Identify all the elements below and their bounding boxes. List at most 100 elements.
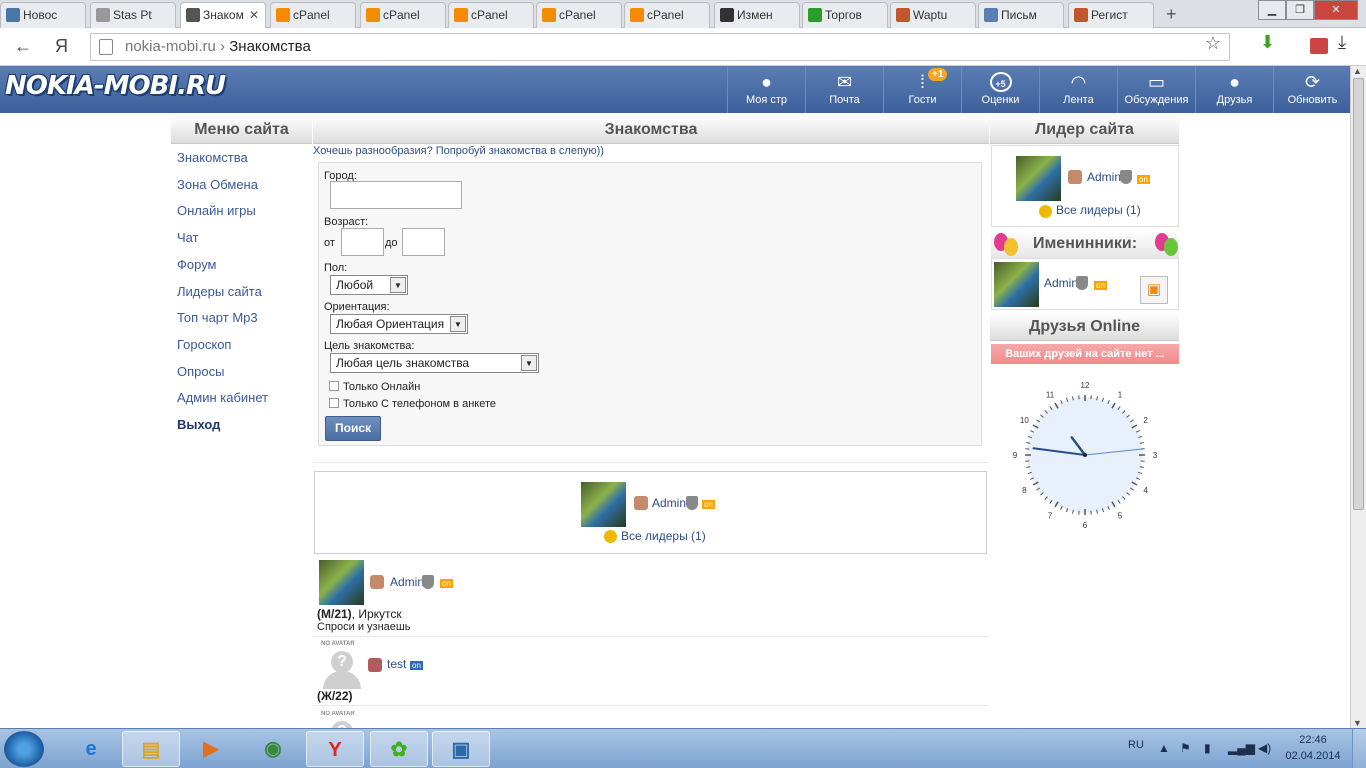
online-only-checkbox[interactable] bbox=[329, 381, 339, 391]
city-input[interactable] bbox=[330, 181, 462, 209]
menu-item[interactable]: Форум bbox=[177, 257, 217, 272]
leader-username[interactable]: Admin bbox=[652, 496, 686, 510]
ie-icon[interactable]: e bbox=[62, 731, 120, 767]
browser-tab[interactable]: Регист bbox=[1068, 2, 1154, 28]
minimize-button[interactable]: ▁ bbox=[1258, 0, 1286, 20]
menu-item[interactable]: Опросы bbox=[177, 364, 224, 379]
all-leaders-link[interactable]: Все лидеры (1) bbox=[1056, 203, 1141, 217]
nav-refresh[interactable]: ⟳ Обновить bbox=[1273, 66, 1351, 113]
clock-time[interactable]: 22:46 bbox=[1285, 734, 1341, 746]
language-indicator[interactable]: RU bbox=[1128, 739, 1144, 751]
nav-friends[interactable]: ● Друзья bbox=[1195, 66, 1273, 113]
browser-tab[interactable]: Знаком ✕ bbox=[180, 2, 266, 29]
analog-clock: 121234567891011 bbox=[1013, 381, 1158, 530]
menu-item[interactable]: Лидеры сайта bbox=[177, 284, 262, 299]
menu-item[interactable]: Выход bbox=[177, 417, 220, 432]
leader-username[interactable]: Admin bbox=[1087, 170, 1121, 184]
nav-person[interactable]: ● Моя стр bbox=[727, 66, 805, 113]
orientation-select[interactable]: Любая Ориентация ▼ bbox=[330, 314, 468, 334]
question-icon: ? bbox=[331, 721, 353, 728]
new-tab-button[interactable]: + bbox=[1166, 4, 1177, 25]
downloads-icon[interactable]: ⤓ bbox=[1338, 32, 1346, 53]
start-button[interactable] bbox=[4, 731, 44, 767]
rank-badge-icon bbox=[686, 496, 698, 510]
chrome-icon[interactable]: ◉ bbox=[244, 731, 302, 767]
avatar[interactable] bbox=[1016, 156, 1061, 201]
maximize-button[interactable]: ❐ bbox=[1286, 0, 1314, 20]
sex-select[interactable]: Любой ▼ bbox=[330, 275, 408, 295]
browser-tab[interactable]: cPanel bbox=[360, 2, 446, 28]
nav-rating[interactable]: +5 Оценки bbox=[961, 66, 1039, 113]
clock-date[interactable]: 02.04.2014 bbox=[1285, 750, 1341, 762]
browser-tab[interactable]: Измен bbox=[714, 2, 800, 28]
yandex-browser-icon[interactable]: Y bbox=[306, 731, 364, 767]
page-title: Знакомства bbox=[313, 116, 989, 144]
url-field[interactable]: nokia-mobi.ru › Знакомства bbox=[90, 33, 1230, 61]
browser-tab[interactable]: Waptu bbox=[890, 2, 976, 28]
blind-dating-link[interactable]: Хочешь разнообразия? Попробуй знакомства… bbox=[313, 145, 604, 157]
result-username[interactable]: test bbox=[387, 657, 406, 671]
volume-icon[interactable]: ◀) bbox=[1258, 741, 1271, 755]
bookmark-star-icon[interactable]: ☆ bbox=[1205, 33, 1221, 54]
show-desktop-button[interactable] bbox=[1352, 729, 1366, 768]
age-to-input[interactable] bbox=[402, 228, 445, 256]
browser-tab[interactable]: Письм bbox=[978, 2, 1064, 28]
photo-viewer-icon[interactable]: ▣ bbox=[432, 731, 490, 767]
avatar[interactable] bbox=[319, 560, 364, 605]
avatar[interactable] bbox=[581, 482, 626, 527]
user-status-icon bbox=[1068, 170, 1082, 184]
scroll-down-icon[interactable]: ▼ bbox=[1353, 718, 1362, 728]
all-leaders-link[interactable]: Все лидеры (1) bbox=[621, 529, 706, 543]
browser-tab[interactable]: cPanel bbox=[270, 2, 356, 28]
nav-footsteps[interactable]: ⁞ Гости +1 bbox=[883, 66, 961, 113]
flag-icon[interactable]: ⚑ bbox=[1180, 741, 1191, 755]
close-button[interactable]: ✕ bbox=[1314, 0, 1358, 20]
age-to-label: до bbox=[385, 237, 398, 249]
chevron-down-icon: ▼ bbox=[390, 277, 406, 293]
avatar[interactable] bbox=[994, 262, 1039, 307]
menu-item[interactable]: Админ кабинет bbox=[177, 390, 268, 405]
clock-number: 6 bbox=[1083, 521, 1088, 530]
scroll-up-icon[interactable]: ▲ bbox=[1353, 66, 1362, 76]
menu-item[interactable]: Топ чарт Mp3 bbox=[177, 310, 258, 325]
menu-item[interactable]: Онлайн игры bbox=[177, 203, 256, 218]
tray-app-icon[interactable]: ▮ bbox=[1204, 741, 1211, 755]
extension-icon[interactable] bbox=[1310, 38, 1328, 54]
gift-icon[interactable]: ▣ bbox=[1140, 276, 1168, 304]
media-player-icon[interactable]: ▶ bbox=[182, 731, 240, 767]
menu-item[interactable]: Зона Обмена bbox=[177, 177, 258, 192]
network-icon[interactable]: ▂▄▆ bbox=[1228, 741, 1255, 755]
browser-tab[interactable]: cPanel bbox=[536, 2, 622, 28]
rating-icon: +5 bbox=[989, 72, 1012, 92]
browser-tab[interactable]: Новос bbox=[0, 2, 86, 28]
nav-label: Оценки bbox=[981, 94, 1020, 106]
chevron-up-icon[interactable]: ▲ bbox=[1158, 741, 1170, 755]
phone-only-checkbox[interactable] bbox=[329, 398, 339, 408]
browser-tab[interactable]: Торгов bbox=[802, 2, 888, 28]
birthday-username[interactable]: Admin bbox=[1044, 276, 1078, 290]
nav-mail[interactable]: ✉ Почта bbox=[805, 66, 883, 113]
site-logo[interactable]: NOKIA-MOBI.RU bbox=[5, 71, 226, 101]
scrollbar-thumb[interactable] bbox=[1353, 78, 1364, 510]
menu-item[interactable]: Знакомства bbox=[177, 150, 248, 165]
nav-rss[interactable]: ◠ Лента bbox=[1039, 66, 1117, 113]
no-avatar[interactable]: NO AVATAR ? bbox=[319, 641, 364, 691]
nav-chat[interactable]: ▭ Обсуждения bbox=[1117, 66, 1195, 113]
age-from-input[interactable] bbox=[341, 228, 384, 256]
menu-item[interactable]: Чат bbox=[177, 230, 199, 245]
browser-tab[interactable]: cPanel bbox=[448, 2, 534, 28]
browser-tab[interactable]: Stas Pt bbox=[90, 2, 176, 28]
explorer-icon[interactable]: ▤ bbox=[122, 731, 180, 767]
yandex-logo[interactable]: Я bbox=[55, 36, 68, 57]
menu-item[interactable]: Гороскоп bbox=[177, 337, 231, 352]
browser-tab[interactable]: cPanel bbox=[624, 2, 710, 28]
back-icon[interactable]: ← bbox=[14, 36, 32, 57]
icq-icon[interactable]: ✿ bbox=[370, 731, 428, 767]
result-username[interactable]: Admin bbox=[390, 575, 424, 589]
close-tab-icon[interactable]: ✕ bbox=[249, 3, 259, 27]
download-arrow-icon[interactable]: ⬇ bbox=[1260, 32, 1275, 53]
search-button[interactable]: Поиск bbox=[325, 416, 381, 441]
page-scrollbar[interactable]: ▲ ▼ bbox=[1350, 66, 1366, 728]
no-avatar[interactable]: NO AVATAR ? bbox=[319, 711, 364, 728]
goal-select[interactable]: Любая цель знакомства ▼ bbox=[330, 353, 539, 373]
